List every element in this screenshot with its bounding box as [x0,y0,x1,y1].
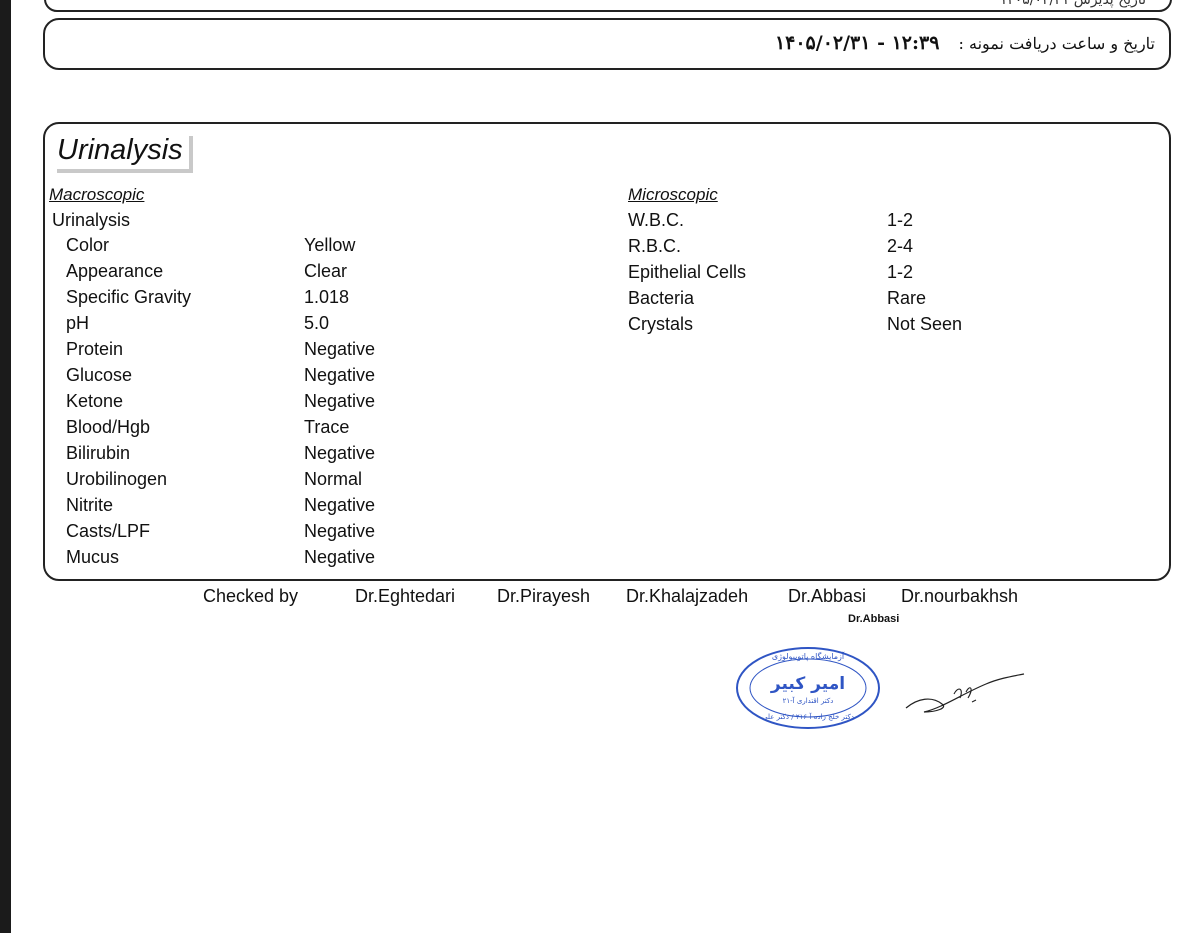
microscopic-test-name: Epithelial Cells [628,262,747,282]
stamp-lab-name: امیر کبیر [770,674,845,694]
macroscopic-test-value: Negative [304,339,376,359]
doctor-name: Dr.Pirayesh [497,586,591,606]
microscopic-test-value: 2-4 [887,236,914,256]
macroscopic-test-name: pH [66,313,90,333]
doctor-name: Dr.Khalajzadeh [626,586,749,606]
microscopic-test-value: Not Seen [887,314,963,334]
macroscopic-test-name: Glucose [66,365,133,385]
doctor-name: Dr.nourbakhsh [901,586,1019,606]
left-dark-strip [0,0,11,933]
macroscopic-test-value: Negative [304,547,376,567]
stamp-line-2: دکتر خلج زاده آ-۲۱۶ / دکتر علی [762,712,854,721]
checked-by-label: Checked by [203,586,299,606]
macroscopic-group-label: Urinalysis [52,210,131,230]
signing-doctor: Dr.Abbasi [848,613,900,625]
macroscopic-test-value: Negative [304,495,376,515]
header-box-fragment: تاریخ پذیرش ۱۴۰۵/۰۲/۳۱ [44,0,1172,12]
microscopic-test-name: Crystals [628,314,694,334]
macroscopic-test-name: Nitrite [66,495,114,515]
stamp-top-arc: آزمایشگاه پاتوبیولوژی [772,651,845,661]
macroscopic-heading: Macroscopic [49,185,145,204]
doctor-name: Dr.Eghtedari [355,586,456,606]
sample-date-box: تاریخ و ساعت دریافت نمونه : ۱۲:۳۹ - ۱۴۰۵… [43,18,1171,70]
macroscopic-test-name: Appearance [66,261,164,281]
microscopic-test-value: 1-2 [887,262,914,282]
macroscopic-test-value: Negative [304,443,376,463]
section-title: Urinalysis [53,132,189,169]
macroscopic-test-name: Specific Gravity [66,287,192,307]
doctor-name: Dr.Abbasi [788,586,867,606]
macroscopic-test-value: 1.018 [304,287,350,307]
macroscopic-test-name: Casts/LPF [66,521,151,541]
urinalysis-box: Urinalysis Macroscopic Urinalysis Micros… [43,122,1171,581]
macroscopic-test-value: Normal [304,469,363,489]
macroscopic-test-name: Mucus [66,547,120,567]
macroscopic-test-name: Ketone [66,391,124,411]
sample-date-label: تاریخ و ساعت دریافت نمونه : [958,34,1155,53]
microscopic-test-name: W.B.C. [628,210,685,230]
handwritten-signature [905,673,1025,713]
macroscopic-test-value: 5.0 [304,313,330,333]
header-fragment-text: تاریخ پذیرش ۱۴۰۵/۰۲/۳۱ [999,0,1146,8]
macroscopic-test-name: Protein [66,339,124,359]
macroscopic-test-value: Negative [304,521,376,541]
macroscopic-test-value: Trace [304,417,350,437]
macroscopic-test-name: Bilirubin [66,443,131,463]
macroscopic-test-value: Negative [304,391,376,411]
macroscopic-test-name: Blood/Hgb [66,417,151,437]
sample-date-row: تاریخ و ساعت دریافت نمونه : ۱۲:۳۹ - ۱۴۰۵… [775,32,1155,54]
sample-date-value: ۱۲:۳۹ - ۱۴۰۵/۰۲/۳۱ [774,32,940,54]
microscopic-test-value: 1-2 [887,210,914,230]
macroscopic-test-value: Yellow [304,235,356,255]
microscopic-test-name: Bacteria [628,288,695,308]
macroscopic-test-name: Color [66,235,110,255]
microscopic-test-value: Rare [887,288,927,308]
macroscopic-test-name: Urobilinogen [66,469,168,489]
microscopic-heading: Microscopic [628,185,718,204]
macroscopic-test-value: Clear [304,261,348,281]
stamp-line-1: دکتر اقتداری آ-۲۱ [783,696,834,705]
lab-stamp: آزمایشگاه پاتوبیولوژی امیر کبیر دکتر اقت… [736,647,880,729]
macroscopic-test-value: Negative [304,365,376,385]
microscopic-test-name: R.B.C. [628,236,682,256]
